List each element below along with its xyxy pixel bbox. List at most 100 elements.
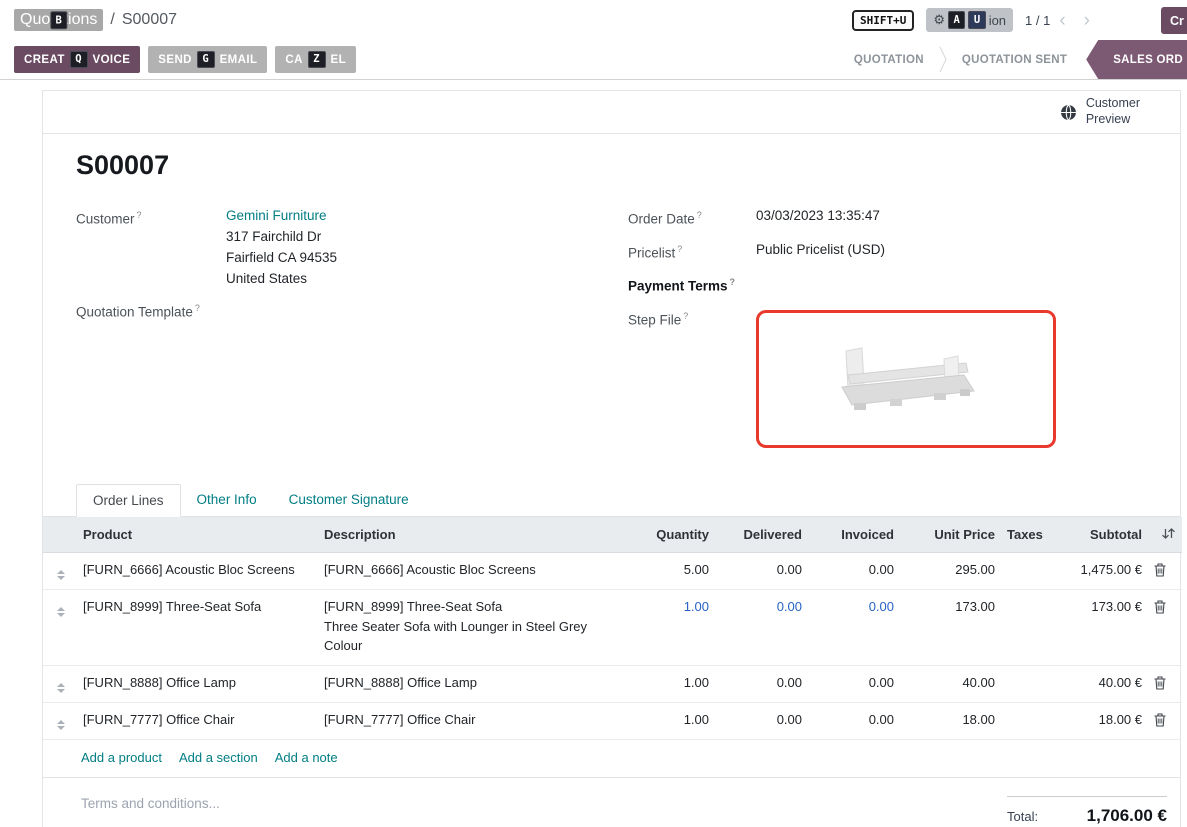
hint-badge-b: B (50, 11, 67, 29)
customer-preview-button[interactable]: Customer Preview (1060, 96, 1140, 127)
tab-customer-signature[interactable]: Customer Signature (273, 484, 425, 517)
cell-description: [FURN_8888] Office Lamp (318, 665, 623, 702)
terms-placeholder[interactable]: Terms and conditions... (81, 796, 220, 811)
drag-handle-icon[interactable] (57, 604, 65, 617)
trash-icon[interactable] (1154, 675, 1166, 693)
add-note-link[interactable]: Add a note (275, 750, 338, 765)
cell-invoiced: 0.00 (808, 589, 900, 665)
table-row[interactable]: [FURN_8888] Office Lamp [FURN_8888] Offi… (43, 665, 1182, 702)
control-bar: CREAT Q VOICE SEND G EMAIL CA Z EL QUOTA… (0, 40, 1187, 80)
drag-handle-icon[interactable] (57, 680, 65, 693)
cancel-label-before: CA (285, 54, 302, 66)
header-delivered: Delivered (715, 517, 808, 553)
cell-unit-price: 173.00 (900, 589, 1001, 665)
customer-address-line: United States (226, 268, 337, 289)
header-invoiced: Invoiced (808, 517, 900, 553)
help-icon: ? (137, 210, 142, 220)
stage-sales-order[interactable]: SALES ORD (1086, 40, 1187, 79)
gear-icon: ⚙ (933, 12, 945, 28)
stage-quotation-sent[interactable]: QUOTATION SENT (947, 40, 1082, 79)
header-options (1148, 517, 1182, 553)
topbar-right: SHIFT+U ⚙ A U ion 1 / 1 ‹ › (852, 8, 1187, 32)
cell-delivered: 0.00 (715, 702, 808, 739)
send-email-label-after: EMAIL (220, 54, 258, 66)
order-date-value[interactable]: 03/03/2023 13:35:47 (756, 205, 880, 230)
optional-columns-icon[interactable] (1161, 527, 1176, 540)
stage-separator (939, 40, 947, 79)
customer-label: Customer? (76, 205, 226, 289)
cell-invoiced: 0.00 (808, 552, 900, 589)
cell-subtotal: 173.00 € (1043, 589, 1148, 665)
create-invoice-button[interactable]: CREAT Q VOICE (14, 46, 140, 73)
trash-icon[interactable] (1154, 562, 1166, 580)
cell-quantity: 1.00 (623, 665, 715, 702)
cell-delivered: 0.00 (715, 552, 808, 589)
action-menu-button[interactable]: ⚙ A U ion (926, 8, 1013, 32)
clipped-create-button[interactable]: Cr (1161, 7, 1187, 34)
shortcut-keycap: SHIFT+U (852, 10, 914, 31)
cell-invoiced: 0.00 (808, 702, 900, 739)
drag-handle-icon[interactable] (57, 717, 65, 730)
trash-icon[interactable] (1154, 712, 1166, 730)
step-file-3d-preview (806, 329, 1006, 429)
table-row[interactable]: [FURN_6666] Acoustic Bloc Screens [FURN_… (43, 552, 1182, 589)
header-subtotal: Subtotal (1043, 517, 1148, 553)
stage-quotation[interactable]: QUOTATION (839, 40, 939, 79)
hint-badge-a: A (948, 11, 965, 29)
help-icon: ? (730, 277, 736, 287)
field-payment-terms: Payment Terms? (628, 272, 1147, 297)
header-product: Product (77, 517, 318, 553)
pager-next-icon[interactable]: › (1075, 11, 1099, 30)
help-icon: ? (683, 311, 688, 321)
cell-subtotal: 40.00 € (1043, 665, 1148, 702)
cell-unit-price: 40.00 (900, 665, 1001, 702)
cell-taxes (1001, 665, 1043, 702)
help-icon: ? (677, 244, 682, 254)
cell-product: [FURN_6666] Acoustic Bloc Screens (77, 552, 318, 589)
cell-taxes (1001, 552, 1043, 589)
customer-address-line: 317 Fairchild Dr (226, 226, 337, 247)
field-quotation-template: Quotation Template? (76, 298, 628, 323)
header-unit-price: Unit Price (900, 517, 1001, 553)
field-customer: Customer? Gemini Furniture 317 Fairchild… (76, 205, 628, 289)
trash-icon[interactable] (1154, 599, 1166, 617)
cell-description: [FURN_8999] Three-Seat Sofa Three Seater… (318, 589, 623, 665)
hint-badge-q: Q (70, 51, 88, 69)
header-taxes: Taxes (1001, 517, 1043, 553)
step-file-image[interactable] (756, 310, 1056, 448)
step-file-label: Step File? (628, 306, 756, 448)
create-invoice-label-after: VOICE (93, 54, 131, 66)
pager-prev-icon[interactable]: ‹ (1050, 11, 1074, 30)
help-icon: ? (697, 210, 702, 220)
order-lines-table: Product Description Quantity Delivered I… (43, 517, 1180, 778)
field-area: Customer? Gemini Furniture 317 Fairchild… (76, 205, 1147, 457)
cancel-button[interactable]: CA Z EL (275, 46, 356, 73)
cell-unit-price: 18.00 (900, 702, 1001, 739)
payment-terms-label: Payment Terms? (628, 272, 756, 297)
table-row[interactable]: [FURN_8999] Three-Seat Sofa [FURN_8999] … (43, 589, 1182, 665)
globe-icon (1060, 104, 1077, 121)
pricelist-label: Pricelist? (628, 239, 756, 264)
cell-subtotal: 18.00 € (1043, 702, 1148, 739)
add-product-link[interactable]: Add a product (81, 750, 162, 765)
send-email-label-before: SEND (158, 54, 192, 66)
customer-link[interactable]: Gemini Furniture (226, 208, 327, 223)
action-buttons: CREAT Q VOICE SEND G EMAIL CA Z EL (14, 40, 356, 79)
send-email-button[interactable]: SEND G EMAIL (148, 46, 267, 73)
total-block: Total: 1,706.00 € (1007, 796, 1167, 827)
table-row[interactable]: [FURN_7777] Office Chair [FURN_7777] Off… (43, 702, 1182, 739)
status-bar: QUOTATION QUOTATION SENT SALES ORD (839, 40, 1187, 79)
pager-value[interactable]: 1 / 1 (1025, 13, 1050, 28)
customer-address-line: Fairfield CA 94535 (226, 247, 337, 268)
add-section-link[interactable]: Add a section (179, 750, 258, 765)
drag-handle-icon[interactable] (57, 567, 65, 580)
cell-invoiced: 0.00 (808, 665, 900, 702)
cell-unit-price: 295.00 (900, 552, 1001, 589)
cell-description: [FURN_7777] Office Chair (318, 702, 623, 739)
pricelist-value[interactable]: Public Pricelist (USD) (756, 239, 885, 264)
tab-other-info[interactable]: Other Info (181, 484, 273, 517)
tab-order-lines[interactable]: Order Lines (76, 484, 181, 517)
total-value: 1,706.00 € (1087, 806, 1167, 826)
breadcrumb-separator: / (110, 11, 114, 29)
breadcrumb-quotations[interactable]: Quotations B (14, 9, 103, 31)
